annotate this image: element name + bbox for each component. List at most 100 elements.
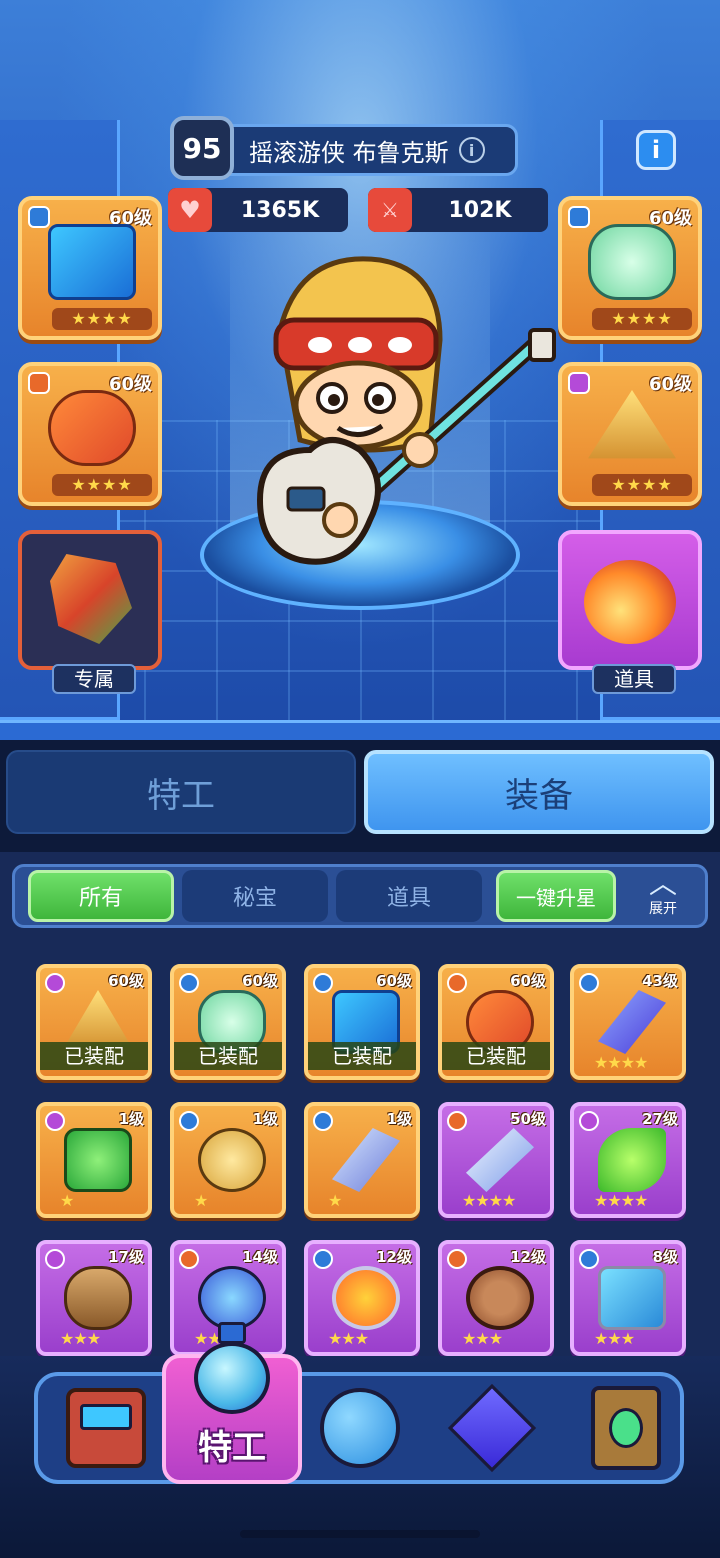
prop-slot[interactable]: 道具 (558, 530, 702, 694)
hp-value: 1365K (240, 197, 320, 223)
item-stars: ★ (328, 1191, 342, 1210)
hero-name-plate: 摇滚游侠 布鲁克斯 i (206, 124, 518, 176)
slot-stars: ★★★★ (52, 474, 152, 496)
green-flame-icon (598, 1128, 666, 1192)
meteor-icon (584, 560, 676, 644)
item-stars: ★★★ (328, 1329, 369, 1348)
inventory-item[interactable]: 27级 ★★★★ (570, 1102, 686, 1218)
item-stars: ★★★ (60, 1329, 101, 1348)
item-level: 8级 (652, 1248, 678, 1266)
slot-stars: ★★★★ (52, 308, 152, 330)
guitar-shard-icon (50, 554, 132, 644)
item-level: 12级 (376, 1248, 412, 1266)
exclusive-slot[interactable]: 专属 (18, 530, 162, 694)
crystal-shard-icon (332, 1128, 400, 1192)
crown-rarity-icon (447, 1249, 467, 1269)
inventory-item[interactable]: 60级 已装配 (170, 964, 286, 1080)
inventory-item[interactable]: 17级 ★★★ (36, 1240, 152, 1356)
inventory-item[interactable]: 1级 ★ (304, 1102, 420, 1218)
nav-frame[interactable] (578, 1380, 674, 1476)
nav-cube[interactable] (444, 1380, 540, 1476)
expand-button[interactable]: ︿ 展开 (632, 870, 694, 926)
nav-planet[interactable] (312, 1380, 408, 1476)
inventory-item[interactable]: 1级 ★ (170, 1102, 286, 1218)
exclusive-label: 专属 (52, 664, 136, 694)
item-stars: ★★★★ (594, 1191, 648, 1210)
crystal-shard-icon (598, 990, 666, 1054)
shield-rarity-icon (313, 973, 333, 993)
circle-rarity-icon (568, 372, 590, 394)
circle-rarity-icon (45, 1249, 65, 1269)
hero-level: 95 (182, 131, 222, 165)
shield-rarity-icon (28, 206, 50, 228)
bracelet-icon (466, 1266, 534, 1330)
prop-label: 道具 (592, 664, 676, 694)
portal-frame-icon (591, 1386, 661, 1470)
home-indicator (240, 1530, 480, 1538)
circle-rarity-icon (579, 1111, 599, 1131)
nav-shop[interactable] (58, 1380, 154, 1476)
planet-icon (320, 1388, 400, 1468)
filter-props[interactable]: 道具 (336, 870, 482, 922)
tab-equipment[interactable]: 装备 (364, 750, 714, 834)
filter-treasure[interactable]: 秘宝 (182, 870, 328, 922)
equip-slot-right-top[interactable]: 60级 ★★★★ (558, 196, 702, 340)
equip-slot-left-mid[interactable]: 60级 ★★★★ (18, 362, 162, 506)
heart-icon: ♥ (168, 188, 212, 232)
shield-rarity-icon (579, 973, 599, 993)
inventory-item[interactable]: 1级 ★ (36, 1102, 152, 1218)
scroll-icon (64, 1266, 132, 1330)
shield-rarity-icon (179, 1111, 199, 1131)
hero-level-badge: 95 (170, 116, 234, 180)
filter-all[interactable]: 所有 (28, 870, 174, 922)
item-level: 17级 (108, 1248, 144, 1266)
item-level: 50级 (510, 1110, 546, 1128)
item-stars: ★★★★ (594, 1053, 648, 1072)
inventory-item[interactable]: 12级 ★★★ (438, 1240, 554, 1356)
attack-stat: ⚔ 102K (368, 188, 548, 232)
tab-agent[interactable]: 特工 (6, 750, 356, 834)
potion-flask-icon (186, 1322, 278, 1418)
inventory-item[interactable]: 8级 ★★★ (570, 1240, 686, 1356)
robot-shop-icon (66, 1388, 146, 1468)
inventory-item[interactable]: 12级 ★★★ (304, 1240, 420, 1356)
equip-slot-right-mid[interactable]: 60级 ★★★★ (558, 362, 702, 506)
inventory-item[interactable]: 60级 已装配 (438, 964, 554, 1080)
chevron-up-icon: ︿ (648, 867, 677, 900)
crown-rarity-icon (447, 1111, 467, 1131)
attack-value: 102K (448, 197, 512, 223)
cube-icon (447, 1383, 537, 1473)
slot-stars: ★★★★ (592, 308, 692, 330)
rune-cube-icon (598, 1266, 666, 1330)
expand-label: 展开 (649, 901, 677, 917)
equipped-label: 已装配 (442, 1042, 550, 1070)
hero-info-icon[interactable]: i (458, 137, 485, 163)
inventory-item[interactable]: 43级 ★★★★ (570, 964, 686, 1080)
crystal-shard-icon (466, 1128, 534, 1192)
item-level: 1级 (118, 1110, 144, 1128)
nav-agent-label: 特工 (198, 1428, 266, 1468)
equipped-label: 已装配 (40, 1042, 148, 1070)
inventory-item[interactable]: 50级 ★★★★ (438, 1102, 554, 1218)
circle-rarity-icon (45, 1111, 65, 1131)
one-click-upstar-button[interactable]: 一键升星 (496, 870, 616, 922)
item-stars: ★ (60, 1191, 74, 1210)
pocket-watch-icon (198, 1128, 266, 1192)
fire-ring-icon (332, 1266, 400, 1330)
shield-rarity-icon (179, 973, 199, 993)
sword-icon: ⚔ (368, 188, 412, 232)
help-info-button[interactable]: i (636, 130, 676, 170)
shield-rarity-icon (313, 1111, 333, 1131)
inventory-item[interactable]: 60级 已装配 (36, 964, 152, 1080)
pyramid-icon (588, 390, 676, 459)
hp-stat: ♥ 1365K (168, 188, 348, 232)
slot-stars: ★★★★ (592, 474, 692, 496)
circle-rarity-icon (45, 973, 65, 993)
item-level: 14级 (242, 1248, 278, 1266)
item-level: 43级 (642, 972, 678, 990)
equip-slot-left-top[interactable]: 60级 ★★★★ (18, 196, 162, 340)
inventory-item[interactable]: 60级 已装配 (304, 964, 420, 1080)
slot-level: 60级 (648, 374, 692, 395)
gem-icon (588, 224, 676, 300)
orb-icon (198, 1266, 266, 1330)
